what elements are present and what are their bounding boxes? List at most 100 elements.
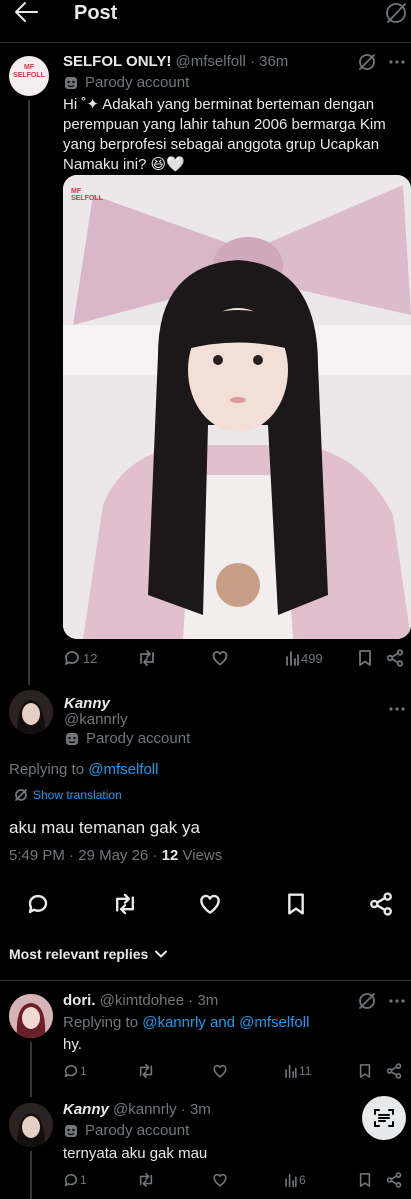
image-watermark-top: MF [71,188,82,195]
post-text: aku mau temanan gak ya [9,818,200,837]
repost-button[interactable] [112,892,138,916]
views-chart-icon [286,651,299,666]
avatar[interactable] [9,1103,53,1147]
heart-icon [212,651,228,666]
avatar-logo-top: MF [23,64,35,71]
reply-icon [65,651,79,665]
reply-count: 12 [83,650,98,666]
section-divider [0,980,411,981]
views-chart-icon [285,1064,297,1079]
grok-icon [359,54,375,70]
bookmark-button[interactable] [357,649,373,667]
image-watermark: SELFOLL [71,195,103,202]
more-button[interactable] [388,700,406,718]
avatar-photo [9,1103,53,1147]
grok-icon [359,993,375,1009]
author-handle[interactable]: @mfselfoll [176,53,246,70]
scan-text-icon [374,1109,394,1127]
photo-illustration [63,175,411,639]
like-button[interactable] [198,892,222,916]
grok-icon [386,3,406,23]
avatar-photo [9,690,53,734]
author-name[interactable]: Kanny [64,695,110,712]
share-button[interactable] [369,892,393,916]
mention-link[interactable]: @kannrly and @mfselfoll [142,1014,309,1031]
thread-line [30,1151,32,1199]
page-title: Post [74,2,118,24]
author-handle[interactable]: @kannrly [113,1101,177,1118]
views-count: 499 [301,650,323,666]
reply-button[interactable]: 12 [63,649,97,667]
bookmark-button[interactable] [358,1172,372,1188]
thread-line [28,100,30,685]
reply-button[interactable]: 1 [63,1172,87,1188]
author-handle[interactable]: @kimtdohee [100,992,184,1009]
more-button[interactable] [388,51,406,73]
avatar[interactable] [9,994,53,1038]
author-handle[interactable]: @kannrly [64,711,128,728]
post-text: Hi ˚✦ Adakah yang berminat berteman deng… [63,96,386,173]
share-icon [386,1063,402,1079]
back-button[interactable] [12,0,44,26]
bookmark-icon [359,650,371,666]
heart-icon [213,1064,227,1078]
more-dots-icon [389,60,405,64]
replying-to: Replying to @mfselfoll [9,761,159,778]
reply-button[interactable]: 1 [63,1063,87,1079]
translate-icon [15,789,27,801]
parody-label: Parody account [63,1122,189,1139]
reply-icon [64,1064,78,1078]
author-name[interactable]: Kanny [63,1101,109,1118]
heart-icon [200,894,220,914]
grok-button[interactable] [383,0,409,26]
thread-line [30,1042,32,1097]
parody-label: Parody account [63,74,189,91]
scan-text-button[interactable] [362,1096,406,1140]
repost-button[interactable] [137,1172,155,1188]
share-button[interactable] [386,1172,402,1188]
author-name[interactable]: dori. [63,992,96,1009]
repost-button[interactable] [137,649,157,667]
bookmark-icon [359,1064,371,1078]
avatar[interactable]: MF SELFOLL [9,56,49,96]
repost-icon [140,650,154,666]
like-button[interactable] [212,1063,228,1079]
back-arrow-icon [15,2,38,22]
share-icon [386,649,404,667]
chevron-down-icon [155,950,168,958]
like-button[interactable] [211,649,229,667]
post-image[interactable]: MF SELFOLL [63,175,411,639]
more-dots-icon [389,999,405,1003]
bookmark-icon [359,1173,371,1187]
reply-button[interactable] [26,892,50,916]
more-button[interactable] [388,990,406,1012]
grok-post-button[interactable] [356,51,378,73]
like-button[interactable] [212,1172,228,1188]
more-dots-icon [389,707,405,711]
views-chart-icon [285,1173,297,1188]
header-divider [0,42,411,43]
views-button[interactable]: 499 [285,649,323,667]
bookmark-button[interactable] [285,892,307,916]
views-count: 12 [161,847,179,864]
repost-icon [139,1172,153,1188]
parody-mask-icon [65,1124,77,1137]
bookmark-button[interactable] [358,1063,372,1079]
replies-sort-dropdown[interactable]: Most relevant replies [9,946,168,962]
grok-post-button[interactable] [356,990,378,1012]
reply-header: Kanny @kannrly · 3m [63,1101,211,1118]
views-button[interactable]: 6 [284,1172,306,1188]
avatar[interactable] [9,690,53,734]
bookmark-icon [288,893,304,915]
repost-button[interactable] [137,1063,155,1079]
reply-icon [64,1173,78,1187]
mention-link[interactable]: @mfselfoll [88,761,158,778]
views-button[interactable]: 11 [284,1063,311,1079]
show-translation-button[interactable]: Show translation [14,788,122,802]
share-button[interactable] [386,649,404,667]
post-time: 36m [259,53,289,70]
author-name[interactable]: SELFOL ONLY! [63,53,171,70]
reply-text: ternyata aku gak mau [63,1145,208,1162]
share-button[interactable] [386,1063,402,1079]
repost-icon [139,1063,153,1079]
